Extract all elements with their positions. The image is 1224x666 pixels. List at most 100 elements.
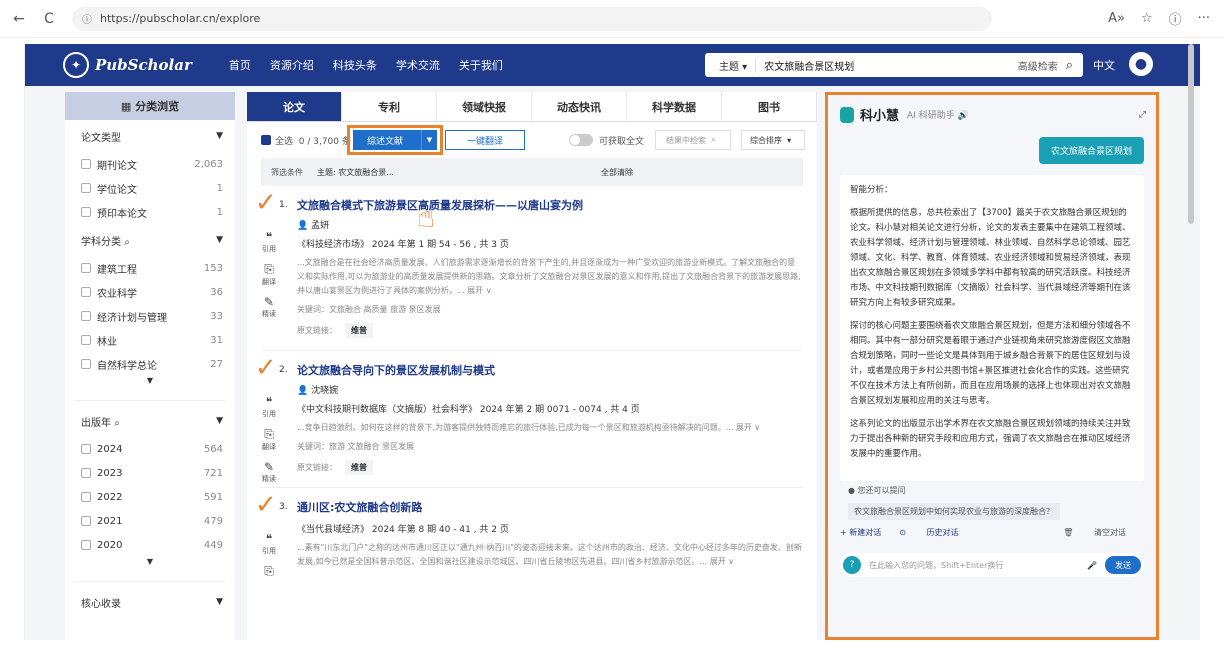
edit-icon[interactable]: ✎ <box>259 295 279 309</box>
select-all-checkbox[interactable] <box>261 135 271 145</box>
nav-resources[interactable]: 资源介绍 <box>270 57 314 73</box>
sort-select[interactable]: 综合排序 ▾ <box>741 130 805 150</box>
favorite-icon[interactable]: ☆ <box>1141 11 1153 26</box>
search-icon[interactable]: ⌕ <box>1066 58 1073 73</box>
nav-exchange[interactable]: 学术交流 <box>396 57 440 73</box>
translate-button[interactable]: 一键翻译 <box>445 130 525 150</box>
quote-icon[interactable]: ❝ <box>259 532 279 546</box>
filter-item[interactable]: 2021 479 <box>65 509 235 533</box>
expand-more-icon[interactable]: ▼ <box>65 376 235 396</box>
group-year[interactable]: 出版年 ⌕ ▼ <box>65 405 235 437</box>
checkbox[interactable] <box>81 468 91 478</box>
search-field-select[interactable]: 主题 ▾ <box>705 57 757 73</box>
more-icon[interactable]: ··· <box>1198 11 1210 26</box>
cite-label[interactable]: 引用 <box>262 245 276 253</box>
search-icon[interactable]: ⌕ <box>711 135 715 145</box>
read-aloud-icon[interactable]: A» <box>1108 11 1125 26</box>
result-author[interactable]: 👤 沈晓婉 <box>297 383 803 396</box>
checkbox[interactable] <box>81 183 91 193</box>
microphone-icon[interactable]: 🎤 <box>1087 561 1097 570</box>
result-title[interactable]: 论文旅融合导向下的景区发展机制与模式 <box>297 363 803 379</box>
tab-patents[interactable]: 专利 <box>342 92 437 121</box>
translate-label[interactable]: 翻译 <box>262 278 276 286</box>
filter-item[interactable]: 农业科学 36 <box>65 280 235 304</box>
cite-label[interactable]: 引用 <box>262 547 276 555</box>
group-paper-type[interactable]: 论文类型 ▼ <box>65 120 235 152</box>
user-avatar-icon[interactable]: ● <box>1129 52 1153 76</box>
result-title[interactable]: 文旅融合模式下旅游景区高质量发展探析——以唐山宴为例 <box>297 198 803 214</box>
result-author[interactable]: 👤 孟妍 <box>297 218 803 231</box>
quote-icon[interactable]: ❝ <box>259 395 279 409</box>
checkbox[interactable] <box>81 516 91 526</box>
expand-more-icon[interactable]: ▼ <box>65 557 235 577</box>
scrollbar[interactable] <box>1188 44 1194 224</box>
favorites-bar-icon[interactable]: ⓘ <box>1169 9 1182 28</box>
translate-icon[interactable]: ⎘ <box>259 262 279 277</box>
checkbox[interactable] <box>81 492 91 502</box>
filter-item[interactable]: 期刊论文 2,063 <box>65 152 235 176</box>
result-search-input[interactable]: 结果中检索 ⌕ <box>655 130 731 150</box>
group-core[interactable]: 核心收录 ▼ <box>65 586 235 618</box>
tab-news[interactable]: 动态快讯 <box>532 92 627 121</box>
search-input[interactable]: 农文旅融合景区规划 <box>764 58 1018 73</box>
expand-icon[interactable]: ⤢ <box>1139 110 1146 120</box>
send-button[interactable]: 发送 <box>1105 556 1141 574</box>
nav-headlines[interactable]: 科技头条 <box>333 57 377 73</box>
filter-item[interactable]: 林业 31 <box>65 328 235 352</box>
search-icon[interactable]: ⌕ <box>124 237 130 248</box>
logo[interactable]: ✦ PubScholar <box>63 52 192 78</box>
filter-item[interactable]: 2020 449 <box>65 533 235 557</box>
back-icon[interactable]: ← <box>8 8 30 30</box>
edit-icon[interactable]: ✎ <box>259 460 279 474</box>
clear-chat-button[interactable]: 🗑 清空对话 <box>1063 527 1144 538</box>
chat-input[interactable]: ? 在此输入您的问题，Shift+Enter换行 🎤 发送 <box>840 553 1144 577</box>
translate-label[interactable]: 翻译 <box>262 443 276 451</box>
filter-item[interactable]: 2022 591 <box>65 485 235 509</box>
filter-chip[interactable]: 主题: 农文旅融合景... <box>317 167 394 178</box>
author-name[interactable]: 沈晓婉 <box>311 386 338 396</box>
advanced-search-link[interactable]: 高级检索 <box>1018 58 1058 73</box>
filter-item[interactable]: 2023 721 <box>65 461 235 485</box>
filter-item[interactable]: 预印本论文 1 <box>65 200 235 224</box>
author-name[interactable]: 孟妍 <box>311 221 329 231</box>
source-link[interactable]: 维普 <box>345 460 373 475</box>
tab-books[interactable]: 图书 <box>722 92 817 121</box>
checkbox[interactable] <box>81 311 91 321</box>
filter-item[interactable]: 建筑工程 153 <box>65 256 235 280</box>
filter-item[interactable]: 经济计划与管理 33 <box>65 304 235 328</box>
suggested-question[interactable]: 农文旅融合景区规划中如何实现农业与旅游的深度融合？ <box>848 503 1060 520</box>
search-icon[interactable]: ⌕ <box>114 418 120 429</box>
checkbox[interactable] <box>81 159 91 169</box>
filter-item[interactable]: 自然科学总论 27 <box>65 352 235 376</box>
source-link[interactable]: 维普 <box>345 323 373 338</box>
help-icon[interactable]: ? <box>843 556 861 574</box>
checkbox[interactable] <box>81 335 91 345</box>
quote-icon[interactable]: ❝ <box>259 230 279 244</box>
nav-about[interactable]: 关于我们 <box>459 57 503 73</box>
clear-filters-link[interactable]: 全部清除 <box>601 167 633 178</box>
group-discipline[interactable]: 学科分类 ⌕ ▼ <box>65 224 235 256</box>
checkbox[interactable] <box>81 287 91 297</box>
address-bar[interactable]: ⓘ https://pubscholar.cn/explore <box>72 6 992 31</box>
reload-icon[interactable]: C <box>38 8 60 30</box>
result-title[interactable]: 通川区:农文旅融合创新路 <box>297 500 803 516</box>
translate-icon[interactable]: ⎘ <box>259 564 279 579</box>
tab-data[interactable]: 科学数据 <box>627 92 722 121</box>
site-info-icon[interactable]: ⓘ <box>82 11 92 26</box>
new-chat-button[interactable]: + 新建对话 <box>840 527 881 538</box>
history-button[interactable]: ⊙ 历史对话 <box>899 527 976 538</box>
fulltext-toggle[interactable] <box>569 134 593 146</box>
tab-papers[interactable]: 论文 <box>247 92 342 121</box>
checkbox[interactable] <box>81 207 91 217</box>
filter-item[interactable]: 学位论文 1 <box>65 176 235 200</box>
checkbox[interactable] <box>81 359 91 369</box>
filter-item[interactable]: 2024 564 <box>65 437 235 461</box>
translate-icon[interactable]: ⎘ <box>259 427 279 442</box>
checkbox[interactable] <box>81 444 91 454</box>
nav-home[interactable]: 首页 <box>229 57 251 73</box>
cite-label[interactable]: 引用 <box>262 410 276 418</box>
read-label[interactable]: 精读 <box>262 310 276 318</box>
checkbox[interactable] <box>81 540 91 550</box>
read-label[interactable]: 精读 <box>262 475 276 483</box>
language-switch[interactable]: 中文 <box>1093 57 1115 73</box>
